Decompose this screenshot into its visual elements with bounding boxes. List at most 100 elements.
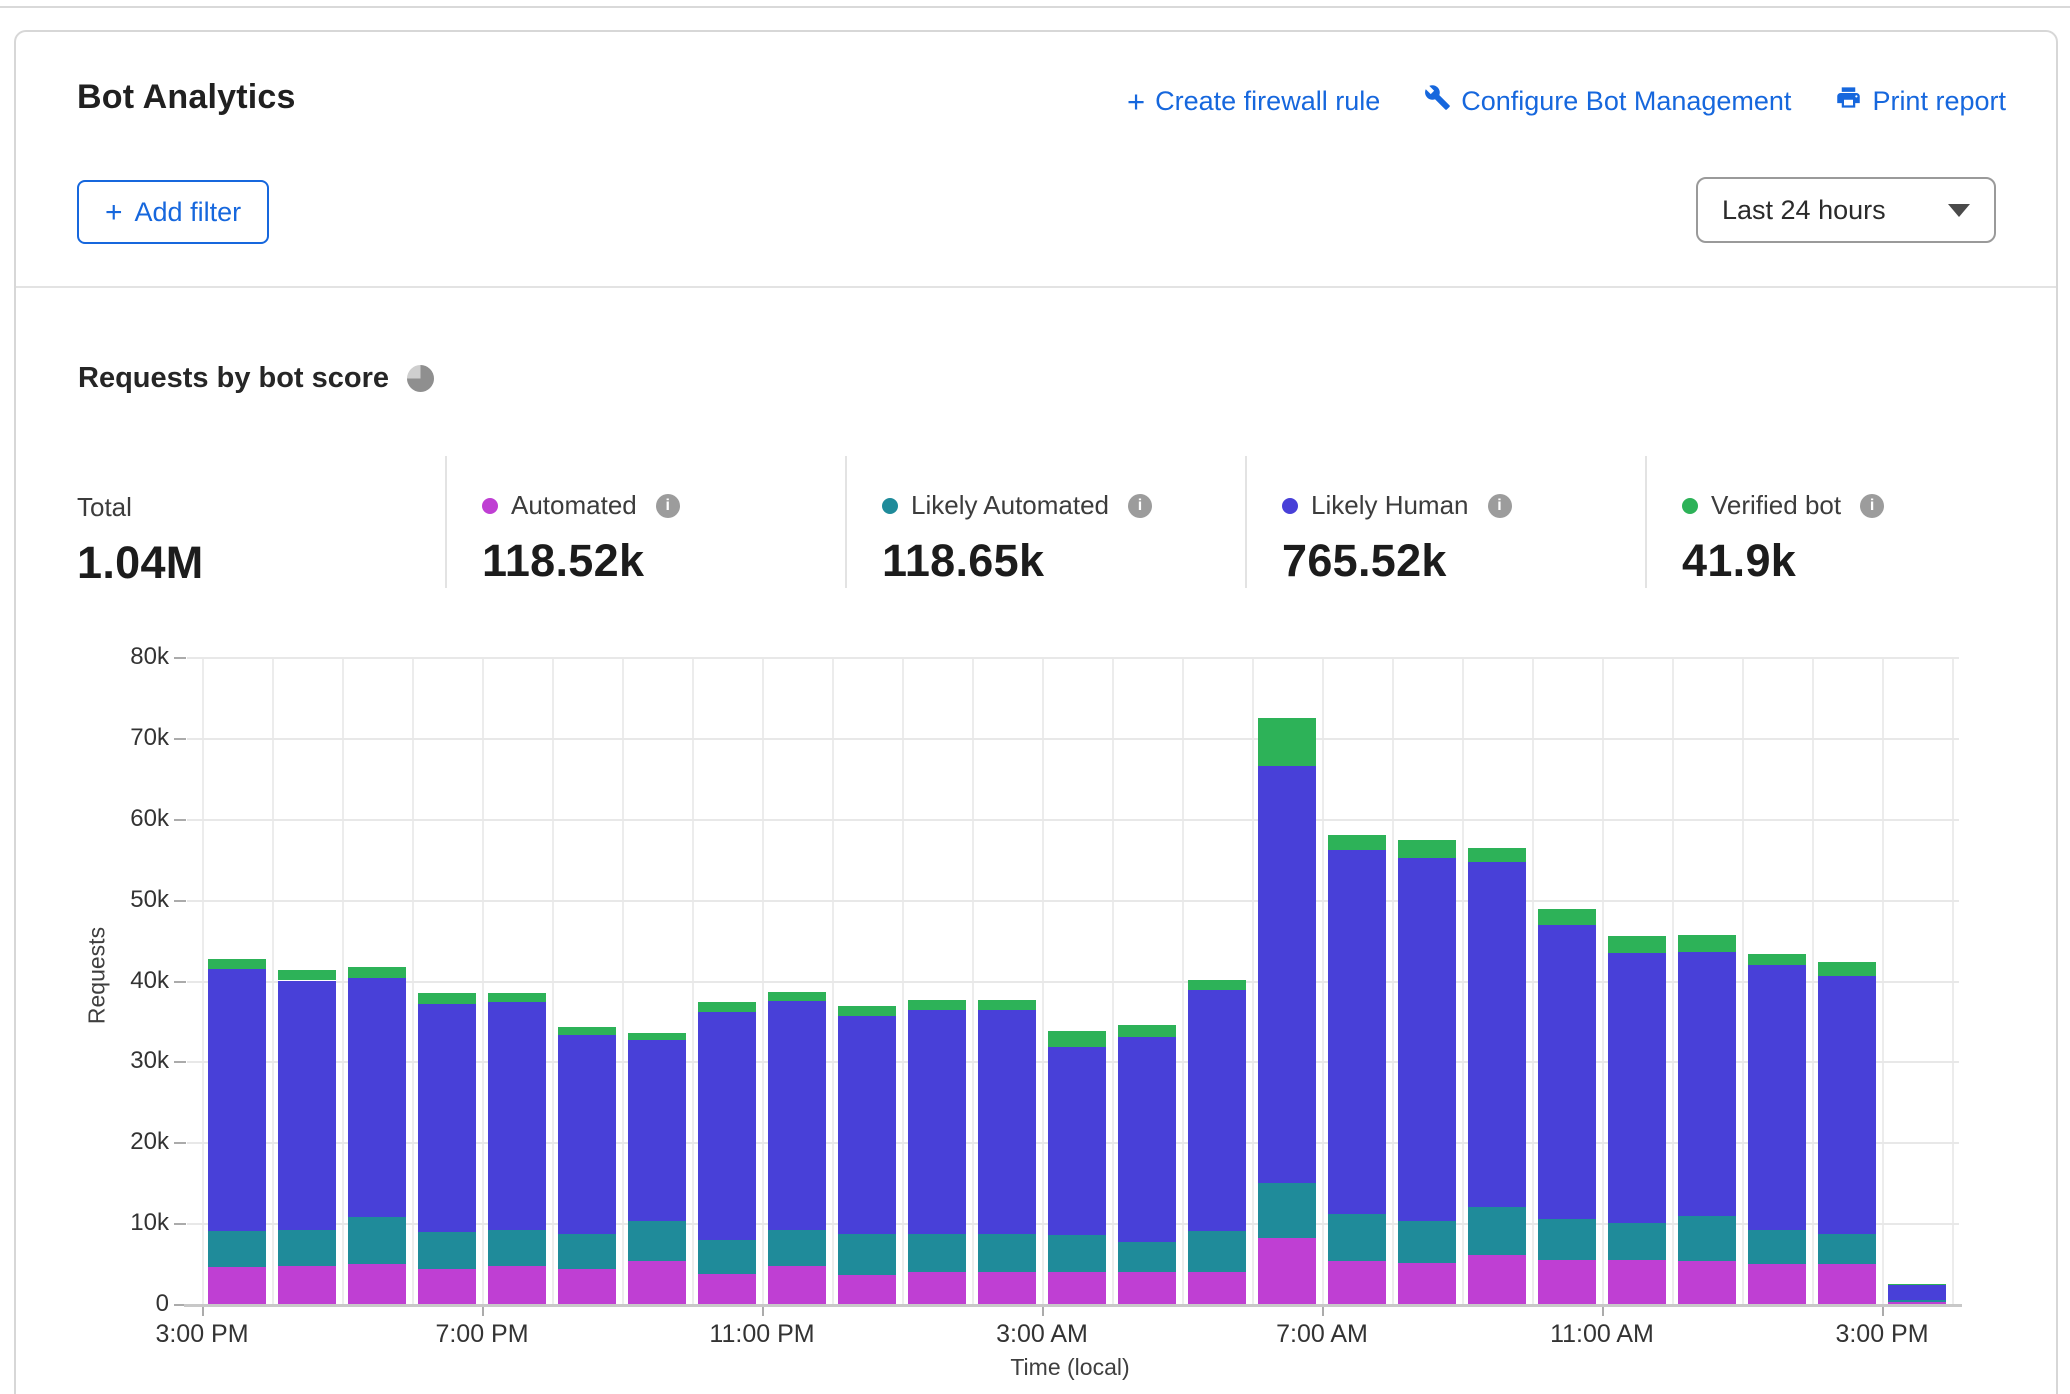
bar-segment-likely-automated[interactable] xyxy=(838,1234,896,1274)
bar-segment-verified-bot[interactable] xyxy=(1608,936,1666,953)
bar-segment-likely-automated[interactable] xyxy=(208,1231,266,1267)
bar-segment-verified-bot[interactable] xyxy=(1048,1031,1106,1047)
info-icon[interactable]: i xyxy=(656,494,680,518)
bar-segment-likely-automated[interactable] xyxy=(1678,1216,1736,1261)
bar-segment-verified-bot[interactable] xyxy=(348,967,406,978)
bar-segment-likely-automated[interactable] xyxy=(1048,1235,1106,1272)
bar-segment-automated[interactable] xyxy=(1748,1264,1806,1304)
bar-segment-likely-automated[interactable] xyxy=(768,1230,826,1266)
bar-segment-automated[interactable] xyxy=(1678,1261,1736,1304)
bar-segment-likely-human[interactable] xyxy=(1258,766,1316,1183)
bar-segment-verified-bot[interactable] xyxy=(908,1000,966,1010)
bar-segment-automated[interactable] xyxy=(978,1272,1036,1304)
bar-segment-verified-bot[interactable] xyxy=(1888,1284,1946,1285)
bar-segment-automated[interactable] xyxy=(1468,1255,1526,1304)
bar-segment-likely-human[interactable] xyxy=(1118,1037,1176,1242)
bar-segment-verified-bot[interactable] xyxy=(768,992,826,1001)
bar-segment-likely-human[interactable] xyxy=(558,1035,616,1235)
bar-segment-likely-automated[interactable] xyxy=(1398,1221,1456,1263)
bar-segment-verified-bot[interactable] xyxy=(698,1002,756,1013)
configure-bot-management-link[interactable]: Configure Bot Management xyxy=(1424,84,1791,118)
bar-segment-verified-bot[interactable] xyxy=(1258,718,1316,767)
bar-segment-verified-bot[interactable] xyxy=(488,993,546,1003)
bar-segment-likely-human[interactable] xyxy=(278,981,336,1230)
bar-segment-likely-human[interactable] xyxy=(1468,862,1526,1207)
bar-segment-automated[interactable] xyxy=(558,1269,616,1304)
bar-segment-automated[interactable] xyxy=(1328,1261,1386,1304)
bar-segment-automated[interactable] xyxy=(1118,1272,1176,1304)
bar-segment-likely-human[interactable] xyxy=(698,1012,756,1240)
bar-segment-likely-human[interactable] xyxy=(1678,952,1736,1216)
bar-segment-automated[interactable] xyxy=(838,1275,896,1304)
bar-segment-likely-automated[interactable] xyxy=(1818,1234,1876,1265)
bar-segment-automated[interactable] xyxy=(1398,1263,1456,1304)
bar-segment-likely-automated[interactable] xyxy=(1328,1214,1386,1261)
bar-segment-likely-human[interactable] xyxy=(628,1040,686,1220)
bar-segment-likely-human[interactable] xyxy=(418,1004,476,1232)
bar-segment-automated[interactable] xyxy=(1608,1260,1666,1304)
bar-segment-automated[interactable] xyxy=(1048,1272,1106,1304)
bar-segment-likely-human[interactable] xyxy=(838,1016,896,1234)
bar-segment-automated[interactable] xyxy=(418,1269,476,1304)
bar-segment-likely-automated[interactable] xyxy=(348,1217,406,1264)
bar-segment-likely-human[interactable] xyxy=(1328,850,1386,1214)
bar-segment-likely-human[interactable] xyxy=(908,1010,966,1234)
bar-segment-likely-human[interactable] xyxy=(1608,953,1666,1223)
bar-segment-likely-human[interactable] xyxy=(1398,858,1456,1221)
info-icon[interactable]: i xyxy=(1128,494,1152,518)
bar-segment-likely-automated[interactable] xyxy=(278,1230,336,1266)
info-icon[interactable]: i xyxy=(1860,494,1884,518)
bar-segment-automated[interactable] xyxy=(1258,1238,1316,1304)
bar-segment-verified-bot[interactable] xyxy=(278,970,336,981)
bar-segment-likely-automated[interactable] xyxy=(1538,1219,1596,1259)
bar-segment-automated[interactable] xyxy=(1538,1260,1596,1304)
bar-segment-likely-human[interactable] xyxy=(1818,976,1876,1234)
bar-segment-likely-automated[interactable] xyxy=(628,1221,686,1261)
bar-segment-automated[interactable] xyxy=(768,1266,826,1304)
bar-segment-verified-bot[interactable] xyxy=(1328,835,1386,850)
bar-segment-likely-automated[interactable] xyxy=(1748,1230,1806,1264)
bar-segment-likely-automated[interactable] xyxy=(1258,1183,1316,1238)
bar-segment-verified-bot[interactable] xyxy=(1398,840,1456,858)
bar-segment-automated[interactable] xyxy=(908,1272,966,1304)
bar-segment-verified-bot[interactable] xyxy=(558,1027,616,1035)
bar-segment-automated[interactable] xyxy=(698,1274,756,1304)
bar-segment-likely-human[interactable] xyxy=(1188,990,1246,1231)
bar-segment-likely-human[interactable] xyxy=(348,978,406,1217)
bar-segment-likely-automated[interactable] xyxy=(558,1234,616,1269)
print-report-link[interactable]: Print report xyxy=(1835,84,2006,118)
bar-segment-likely-human[interactable] xyxy=(978,1010,1036,1233)
bar-segment-verified-bot[interactable] xyxy=(1748,954,1806,965)
bar-segment-verified-bot[interactable] xyxy=(1538,909,1596,925)
bar-segment-likely-human[interactable] xyxy=(208,969,266,1231)
bar-segment-verified-bot[interactable] xyxy=(1188,980,1246,991)
bar-segment-verified-bot[interactable] xyxy=(1118,1025,1176,1037)
bar-segment-verified-bot[interactable] xyxy=(1468,848,1526,863)
bar-segment-verified-bot[interactable] xyxy=(628,1033,686,1040)
bar-segment-automated[interactable] xyxy=(1188,1272,1246,1304)
bar-segment-likely-automated[interactable] xyxy=(1888,1300,1946,1302)
bar-segment-likely-automated[interactable] xyxy=(978,1234,1036,1272)
bar-segment-likely-automated[interactable] xyxy=(1468,1207,1526,1255)
bar-segment-likely-automated[interactable] xyxy=(1608,1223,1666,1260)
bar-segment-likely-automated[interactable] xyxy=(488,1230,546,1266)
bar-segment-likely-automated[interactable] xyxy=(698,1240,756,1274)
bar-segment-likely-human[interactable] xyxy=(1538,925,1596,1219)
bar-segment-automated[interactable] xyxy=(278,1266,336,1304)
bar-segment-likely-automated[interactable] xyxy=(1118,1242,1176,1273)
bar-segment-verified-bot[interactable] xyxy=(208,959,266,969)
bar-segment-automated[interactable] xyxy=(628,1261,686,1304)
bar-segment-automated[interactable] xyxy=(488,1266,546,1304)
bar-segment-likely-automated[interactable] xyxy=(418,1232,476,1269)
time-range-dropdown[interactable]: Last 24 hours xyxy=(1696,177,1996,243)
info-icon[interactable]: i xyxy=(1488,494,1512,518)
bar-segment-likely-human[interactable] xyxy=(1048,1047,1106,1235)
bar-segment-verified-bot[interactable] xyxy=(978,1000,1036,1011)
bar-segment-likely-human[interactable] xyxy=(488,1002,546,1230)
bar-segment-likely-human[interactable] xyxy=(768,1001,826,1230)
bar-segment-likely-automated[interactable] xyxy=(908,1234,966,1273)
bar-segment-likely-human[interactable] xyxy=(1748,965,1806,1229)
bar-segment-verified-bot[interactable] xyxy=(1678,935,1736,952)
bar-segment-verified-bot[interactable] xyxy=(838,1006,896,1017)
bar-segment-automated[interactable] xyxy=(1818,1264,1876,1304)
